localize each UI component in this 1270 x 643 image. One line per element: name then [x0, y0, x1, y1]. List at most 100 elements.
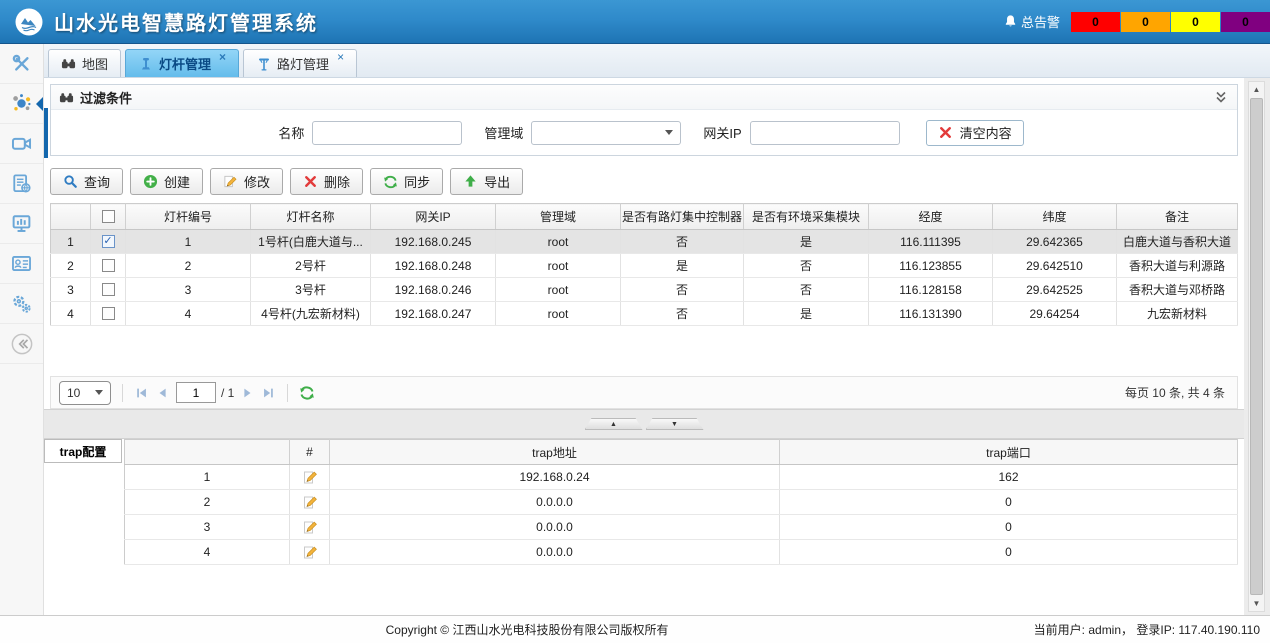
row-checkbox[interactable]	[102, 259, 115, 272]
row-checkbox[interactable]	[102, 283, 115, 296]
sidebar-item-settings-gears[interactable]	[0, 284, 43, 324]
splitter-up-button[interactable]: ▲	[585, 418, 643, 430]
toolbar-button-delete[interactable]: 删除	[290, 168, 363, 195]
trap-row[interactable]: 1 192.168.0.24162	[125, 465, 1238, 490]
trap-port: 0	[780, 515, 1238, 540]
refresh-button[interactable]	[299, 385, 315, 401]
scroll-down-button[interactable]: ▼	[1249, 596, 1264, 611]
edit-pencil-icon[interactable]	[302, 469, 318, 485]
tab-close-icon[interactable]: ×	[337, 50, 344, 65]
toolbar-button-sync[interactable]: 同步	[370, 168, 443, 195]
alarm-badge-critical[interactable]: 0	[1071, 12, 1120, 32]
device-network-icon	[11, 93, 33, 115]
sidebar	[0, 44, 44, 615]
tab-map[interactable]: 地图	[48, 49, 121, 77]
scrollbar-thumb[interactable]	[1250, 98, 1263, 595]
vertical-scrollbar[interactable]: ▲ ▼	[1248, 81, 1265, 612]
button-label: 查询	[84, 172, 110, 191]
rownum-header	[51, 204, 91, 230]
clear-x-icon	[938, 125, 953, 140]
trap-port: 162	[780, 465, 1238, 490]
alarm-badge-warning[interactable]: 0	[1221, 12, 1270, 32]
chevron-down-icon	[95, 390, 103, 395]
cell: 29.64254	[993, 302, 1117, 326]
trap-edit-cell	[290, 540, 330, 565]
sidebar-item-tools[interactable]	[0, 44, 43, 84]
monitor-icon	[11, 213, 33, 235]
tab-pole[interactable]: 灯杆管理 ×	[125, 49, 239, 77]
toolbar-button-create[interactable]: 创建	[130, 168, 203, 195]
table-row[interactable]: 333号杆192.168.0.246root否否116.12815829.642…	[51, 278, 1238, 302]
prev-page-button[interactable]	[155, 385, 171, 401]
sidebar-item-account-card[interactable]	[0, 244, 43, 284]
alarm-badges: 0000	[1070, 12, 1270, 32]
row-checkbox[interactable]	[102, 235, 115, 248]
table-row[interactable]: 222号杆192.168.0.248root是否116.12385529.642…	[51, 254, 1238, 278]
edit-pencil-icon[interactable]	[302, 494, 318, 510]
edit-pencil-icon[interactable]	[302, 519, 318, 535]
gateway-ip-label: 网关IP	[703, 123, 741, 142]
last-page-button[interactable]	[260, 385, 276, 401]
trap-row[interactable]: 20.0.0.00	[125, 490, 1238, 515]
splitter-down-button[interactable]: ▼	[646, 418, 704, 430]
row-number: 3	[51, 278, 91, 302]
table-row[interactable]: 444号杆(九宏新材料)192.168.0.247root否是116.13139…	[51, 302, 1238, 326]
next-page-button[interactable]	[239, 385, 255, 401]
toolbar-button-export[interactable]: 导出	[450, 168, 523, 195]
tab-trap-config[interactable]: trap配置	[44, 439, 122, 463]
page-size-select[interactable]: 10	[59, 381, 111, 405]
cell: 1号杆(白鹿大道与...	[251, 230, 371, 254]
clear-button-label: 清空内容	[960, 123, 1012, 142]
trap-row[interactable]: 30.0.0.00	[125, 515, 1238, 540]
clear-button[interactable]: 清空内容	[926, 120, 1024, 146]
app-header: 山水光电智慧路灯管理系统 总告警 0000	[0, 0, 1270, 44]
first-page-button[interactable]	[134, 385, 150, 401]
settings-gears-icon	[11, 293, 33, 315]
collapse-icon	[11, 333, 33, 355]
name-input[interactable]	[312, 121, 462, 145]
sidebar-item-collapse[interactable]	[0, 324, 43, 364]
toolbar-button-edit[interactable]: 修改	[210, 168, 283, 195]
toolbar-button-search[interactable]: 查询	[50, 168, 123, 195]
sidebar-item-device-network[interactable]	[0, 84, 43, 124]
trap-column-header: #	[290, 440, 330, 465]
trap-row-number: 1	[125, 465, 290, 490]
gateway-ip-input[interactable]	[750, 121, 900, 145]
tools-icon	[11, 53, 33, 75]
domain-select[interactable]	[531, 121, 681, 145]
table-row[interactable]: 111号杆(白鹿大道与...192.168.0.245root否是116.111…	[51, 230, 1238, 254]
filter-collapse-icon[interactable]	[1213, 89, 1229, 105]
sidebar-item-report[interactable]	[0, 164, 43, 204]
tab-label: 灯杆管理	[159, 54, 211, 73]
scroll-up-button[interactable]: ▲	[1249, 82, 1264, 97]
tab-lamp[interactable]: 路灯管理×	[243, 49, 357, 77]
trap-row[interactable]: 40.0.0.00	[125, 540, 1238, 565]
cell: 否	[621, 230, 744, 254]
tab-close-icon[interactable]: ×	[219, 50, 226, 65]
user-info: 当前用户: admin， 登录IP: 117.40.190.110	[1034, 621, 1260, 638]
trap-address: 192.168.0.24	[330, 465, 780, 490]
cell: 否	[621, 278, 744, 302]
sync-icon	[383, 174, 398, 189]
trap-edit-cell	[290, 515, 330, 540]
row-number: 4	[51, 302, 91, 326]
cell: 白鹿大道与香积大道	[1117, 230, 1238, 254]
cell: 29.642525	[993, 278, 1117, 302]
trap-port: 0	[780, 490, 1238, 515]
cell: 192.168.0.246	[371, 278, 496, 302]
page-summary: 每页 10 条, 共 4 条	[1125, 384, 1229, 401]
trap-section: trap配置 #trap地址trap端口 1192.168.0.2416220.…	[44, 439, 1244, 615]
table-empty-space	[44, 326, 1244, 376]
filter-panel: 过滤条件 名称 管理域 网关IP	[50, 84, 1238, 156]
name-label: 名称	[278, 123, 304, 142]
alarm-badge-minor[interactable]: 0	[1171, 12, 1220, 32]
select-all-checkbox[interactable]	[102, 210, 115, 223]
page-input[interactable]	[176, 382, 216, 403]
row-checkbox[interactable]	[102, 307, 115, 320]
sidebar-item-monitor[interactable]	[0, 204, 43, 244]
edit-pencil-icon[interactable]	[302, 544, 318, 560]
sidebar-item-camera[interactable]	[0, 124, 43, 164]
cell: 192.168.0.247	[371, 302, 496, 326]
alarm-badge-major[interactable]: 0	[1121, 12, 1170, 32]
trap-column-header: trap地址	[330, 440, 780, 465]
